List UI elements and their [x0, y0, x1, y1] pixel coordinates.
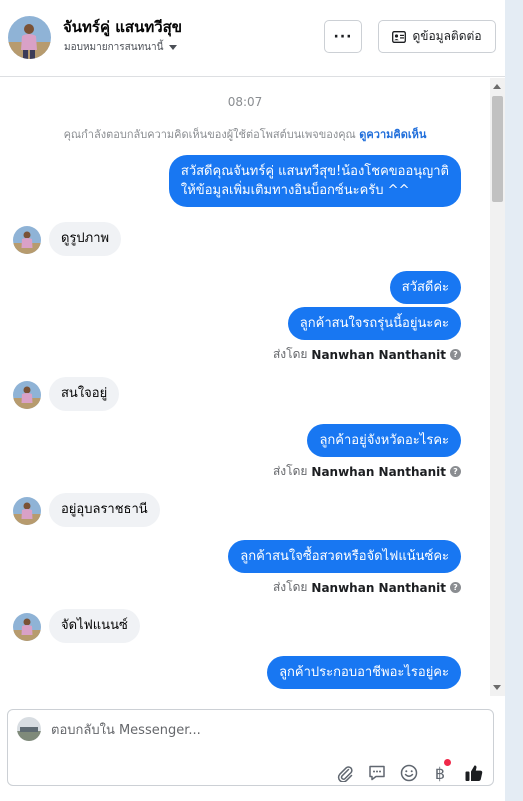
outgoing-message-bubble: ลูกค้าอยู่จังหวัดอะไรคะ: [307, 424, 461, 457]
sent-by-info: ส่งโดย Nanwhan Nanthanit ?: [273, 462, 461, 481]
messenger-panel: จันทร์คู่ แสนทวีสุข มอบหมายการสนทนานี้ ·…: [0, 0, 505, 801]
sent-by-prefix: ส่งโดย: [272, 347, 308, 361]
message-composer: ฿: [7, 709, 494, 786]
thread-scrollbar[interactable]: [490, 78, 505, 696]
outgoing-message-bubble: สวัสดีคุณจันทร์คู่ แสนทวีสุข!น้องโชคขออน…: [168, 155, 461, 207]
outgoing-message-bubble: ลูกค้าสนใจซื้อสวดหรือจัดไฟแน้นซ์คะ: [228, 540, 461, 573]
more-options-button[interactable]: ···: [324, 20, 362, 53]
sender-name: Nanwhan Nanthanit: [311, 347, 446, 362]
incoming-message-bubble: ดูรูปภาพ: [49, 222, 122, 256]
customer-avatar-small: [13, 381, 41, 409]
composer-area: ฿: [0, 696, 505, 801]
customer-avatar-small: [13, 226, 41, 254]
attachment-icon[interactable]: [334, 762, 356, 784]
thumbs-up-icon[interactable]: [463, 762, 485, 784]
message-text: สวัสดีคุณจันทร์คู่ แสนทวีสุข!น้องโชคขออน…: [180, 164, 449, 179]
customer-name[interactable]: จันทร์คู่ แสนทวีสุข: [63, 15, 182, 39]
view-contact-label: ดูข้อมูลติดต่อ: [412, 29, 482, 43]
sent-by-prefix: ส่งโดย: [272, 464, 308, 478]
caret-down-icon: [169, 45, 178, 50]
page-background-strip: [505, 0, 523, 801]
conversation-header: จันทร์คู่ แสนทวีสุข มอบหมายการสนทนานี้ ·…: [0, 0, 505, 77]
view-contact-button[interactable]: ดูข้อมูลติดต่อ: [378, 20, 496, 53]
notification-dot: [444, 759, 451, 766]
sender-name: Nanwhan Nanthanit: [311, 464, 446, 479]
customer-avatar-small: [13, 497, 41, 525]
sent-by-info: ส่งโดย Nanwhan Nanthanit ?: [273, 345, 461, 364]
message-thread: 08:07 คุณกำลังตอบกลับความคิดเห็นของผู้ใช…: [0, 78, 490, 696]
message-timestamp: 08:07: [227, 95, 263, 109]
customer-avatar[interactable]: [8, 16, 51, 59]
baht-payment-icon[interactable]: ฿: [429, 759, 451, 784]
outgoing-message-bubble: ลูกค้าประกอบอาชีพอะไรอยู่คะ: [267, 656, 461, 689]
customer-avatar-small: [13, 613, 41, 641]
reply-input[interactable]: [51, 721, 471, 739]
saved-reply-icon[interactable]: [366, 762, 388, 784]
scrollbar-thumb[interactable]: [492, 96, 503, 202]
assign-conversation-label: มอบหมายการสนทนานี้: [64, 42, 164, 53]
sender-name: Nanwhan Nanthanit: [311, 580, 446, 595]
scroll-up-arrow-icon[interactable]: [493, 84, 501, 89]
page-avatar: [17, 717, 41, 741]
system-note-text: คุณกำลังตอบกลับความคิดเห็นของผู้ใช้ต่อโพ…: [63, 128, 356, 141]
sent-by-info: ส่งโดย Nanwhan Nanthanit ?: [273, 578, 461, 597]
scroll-down-arrow-icon[interactable]: [493, 685, 501, 690]
help-icon[interactable]: ?: [450, 466, 461, 477]
view-comment-link[interactable]: ดูความคิดเห็น: [359, 128, 426, 141]
incoming-message-bubble: สนใจอยู่: [49, 377, 120, 411]
incoming-message-bubble: จัดไฟแนนซ์: [49, 609, 140, 643]
help-icon[interactable]: ?: [450, 349, 461, 360]
message-text: ให้ข้อมูลเพิ่มเติมทางอินบ็อกซ์นะครับ ^^: [180, 183, 410, 198]
help-icon[interactable]: ?: [450, 582, 461, 593]
outgoing-message-bubble: ลูกค้าสนใจรถรุ่นนี้อยู่นะคะ: [287, 307, 461, 340]
baht-symbol: ฿: [434, 763, 446, 783]
contact-card-icon: [392, 30, 407, 43]
system-note: คุณกำลังตอบกลับความคิดเห็นของผู้ใช้ต่อโพ…: [0, 125, 490, 143]
sent-by-prefix: ส่งโดย: [272, 580, 308, 594]
assign-conversation-dropdown[interactable]: มอบหมายการสนทนานี้: [64, 40, 178, 55]
emoji-icon[interactable]: [398, 762, 420, 784]
incoming-message-bubble: อยู่อุบลราชธานี: [49, 493, 160, 527]
outgoing-message-bubble: สวัสดีค่ะ: [389, 271, 461, 304]
